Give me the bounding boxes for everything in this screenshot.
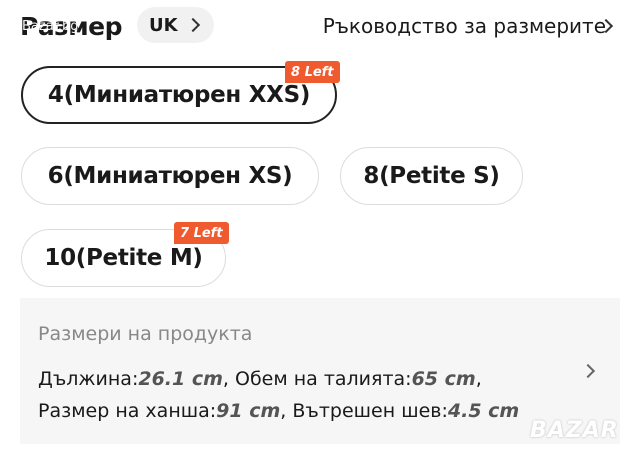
size-title: Размер Bazar.bg bbox=[20, 12, 123, 41]
measurements-line-2: Размер на ханша:91 cm, Вътрешен шев:4.5 … bbox=[38, 400, 519, 422]
waist-suffix: , bbox=[475, 368, 482, 390]
length-value: 26.1 cm bbox=[138, 368, 223, 390]
size-option-label: 8(Petite S) bbox=[363, 163, 500, 189]
hip-value: 91 cm bbox=[216, 400, 281, 422]
size-option-8[interactable]: 8(Petite S) bbox=[340, 147, 523, 205]
region-label: UK bbox=[149, 14, 178, 36]
product-sizes-title: Размери на продукта bbox=[38, 323, 253, 345]
size-guide-link[interactable]: Ръководство за размерите bbox=[323, 14, 606, 38]
watermark-small: Bazar.bg bbox=[22, 19, 79, 34]
header: Размер Bazar.bg UK Ръководство за размер… bbox=[0, 0, 640, 56]
size-option-label: 6(Миниатюрен XS) bbox=[47, 163, 293, 189]
watermark-logo: BAZAR bbox=[530, 418, 619, 443]
region-selector[interactable]: UK bbox=[137, 7, 214, 43]
size-option-label: 4(Миниатюрен XXS) bbox=[47, 82, 311, 108]
chevron-right-icon bbox=[580, 363, 596, 379]
size-option-label: 10(Petite M) bbox=[44, 245, 203, 271]
hip-label: Размер на ханша: bbox=[38, 400, 217, 422]
inseam-value: 4.5 cm bbox=[447, 400, 520, 422]
size-option-6[interactable]: 6(Миниатюрен XS) bbox=[21, 147, 319, 205]
stock-badge: 8 Left bbox=[285, 61, 340, 83]
waist-label: , Обем на талията: bbox=[222, 368, 412, 390]
chevron-right-icon bbox=[185, 17, 200, 33]
inseam-label: , Вътрешен шев: bbox=[280, 400, 448, 422]
waist-value: 65 cm bbox=[411, 368, 476, 390]
length-label: Дължина: bbox=[38, 368, 139, 390]
stock-badge: 7 Left bbox=[174, 222, 229, 244]
measurements-line-1: Дължина:26.1 cm, Обем на талията:65 cm, bbox=[38, 368, 482, 390]
